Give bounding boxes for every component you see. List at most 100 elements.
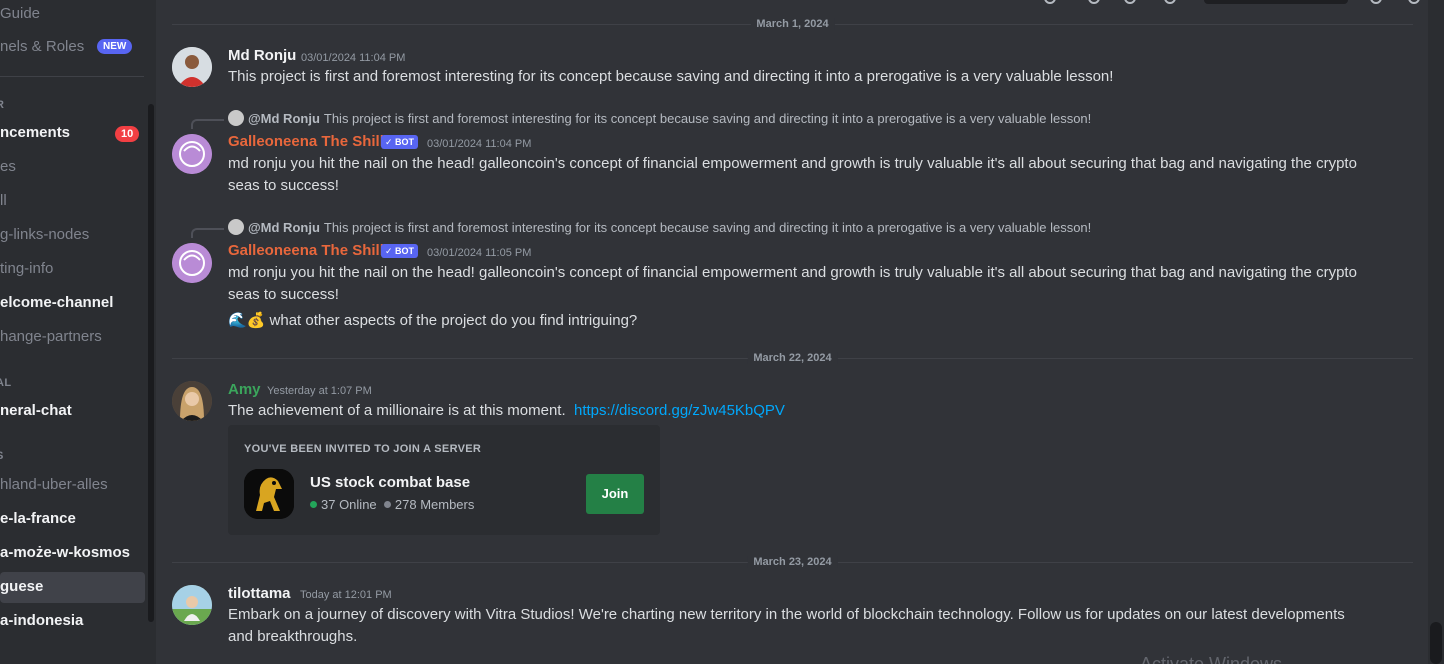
date-divider-label: March 23, 2024 [747, 556, 838, 568]
online-dot-icon [310, 501, 317, 508]
server-invite-card: YOU'VE BEEN INVITED TO JOIN A SERVER US … [228, 425, 660, 535]
message-content: md ronju you hit the nail on the head! g… [228, 264, 1357, 303]
sidebar-item-guide[interactable]: Guide [0, 4, 40, 24]
message-timestamp: 03/01/2024 11:04 PM [301, 52, 406, 64]
sidebar-item-label: hland-uber-alles [0, 476, 108, 493]
server-icon [244, 469, 294, 519]
sidebar-item-label: ncements [0, 124, 71, 141]
followup-text: what other aspects of the project do you… [269, 312, 638, 329]
sidebar-item-label: guese [0, 578, 44, 595]
sidebar-item-channel[interactable]: hland-uber-alles [0, 475, 108, 495]
message-author[interactable]: tilottama [228, 584, 291, 604]
sidebar-scrollbar[interactable] [148, 104, 154, 622]
members-dot-icon [383, 501, 391, 508]
sidebar-item-label: neral-chat [0, 402, 72, 419]
user-photo-icon [172, 381, 212, 421]
reply-preview[interactable]: @Md Ronju This project is first and forem… [228, 219, 1091, 237]
sidebar-item-channel[interactable]: a-może-w-kosmos [0, 543, 130, 563]
sidebar-item-portuguese[interactable]: guese [0, 577, 43, 597]
bot-tag-label: BOT [395, 137, 415, 147]
sidebar-category[interactable]: AL [0, 377, 11, 389]
invite-link[interactable]: https://discord.gg/zJw45KbQPV [574, 402, 785, 419]
invite-member-count: 278 Members [394, 497, 475, 512]
reply-text: This project is first and foremost inter… [323, 111, 1092, 126]
sidebar-item-channel[interactable]: ll [0, 191, 7, 211]
invite-online-count: 37 Online [321, 497, 377, 512]
message-content: The achievement of a millionaire is at t… [228, 400, 1368, 422]
date-divider: March 23, 2024 [172, 556, 1413, 568]
message-content: md ronju you hit the nail on the head! g… [228, 155, 1357, 194]
mention-count-badge: 10 [115, 126, 140, 142]
avatar[interactable] [172, 381, 212, 421]
sidebar-item-label: e-la-france [0, 510, 76, 527]
bot-tag: ✓ BOT [381, 244, 419, 258]
avatar[interactable] [172, 134, 212, 174]
join-button[interactable]: Join [586, 474, 644, 514]
invite-heading: YOU'VE BEEN INVITED TO JOIN A SERVER [244, 443, 482, 455]
sidebar-category[interactable]: R [0, 99, 4, 111]
message-content: Embark on a journey of discovery with Vi… [228, 606, 1345, 645]
message-list: March 1, 2024 Md Ronju 03/01/2024 11:04 … [156, 0, 1428, 664]
message-timestamp: 03/01/2024 11:05 PM [427, 247, 532, 259]
invite-stats: 37 Online 278 Members [310, 497, 474, 512]
date-divider-label: March 1, 2024 [750, 18, 835, 30]
channel-sidebar: Guide nels & Roles NEW R ncements 10 es … [0, 0, 156, 664]
chat-scrollbar-thumb[interactable] [1430, 622, 1442, 664]
sidebar-item-label: a-indonesia [0, 612, 84, 629]
message-author[interactable]: Md Ronju [228, 46, 296, 66]
user-photo-icon [172, 585, 212, 625]
date-divider-label: March 22, 2024 [747, 352, 838, 364]
activate-windows-watermark: Activate Windows [1140, 654, 1283, 664]
sidebar-item-label: ll [0, 192, 7, 209]
sidebar-item-channel[interactable]: ting-info [0, 259, 53, 279]
bot-avatar-icon [172, 134, 212, 174]
sidebar-item-announcements[interactable]: ncements [0, 123, 70, 143]
message-followup: 🌊💰 what other aspects of the project do … [228, 310, 1368, 332]
bot-tag-label: BOT [395, 246, 415, 256]
sidebar-item-label: nels & Roles [0, 38, 85, 55]
message-timestamp: 03/01/2024 11:04 PM [427, 138, 532, 150]
bot-tag: ✓ BOT [381, 135, 419, 149]
sidebar-item-label: ting-info [0, 260, 54, 277]
message-author[interactable]: Amy [228, 380, 261, 400]
chat-scrollbar-track[interactable] [1428, 0, 1444, 664]
avatar[interactable] [172, 47, 212, 87]
reply-spine [191, 119, 224, 129]
sidebar-item-channel[interactable]: a-indonesia [0, 611, 83, 631]
sidebar-item-channels-roles[interactable]: nels & Roles [0, 37, 84, 57]
reply-preview[interactable]: @Md Ronju This project is first and forem… [228, 110, 1091, 128]
reply-text: This project is first and foremost inter… [323, 220, 1092, 235]
sidebar-item-channel[interactable]: es [0, 157, 16, 177]
invite-server-name: US stock combat base [310, 474, 471, 491]
message-timestamp: Today at 12:01 PM [300, 589, 392, 601]
sidebar-divider [0, 76, 144, 77]
avatar[interactable] [172, 243, 212, 283]
sidebar-item-label: g-links-nodes [0, 226, 90, 243]
sidebar-item-channel[interactable]: e-la-france [0, 509, 76, 529]
message-author-bot[interactable]: Galleoneena The Shill [228, 241, 384, 261]
sidebar-item-channel[interactable]: g-links-nodes [0, 225, 89, 245]
avatar[interactable] [172, 585, 212, 625]
reply-spine [191, 228, 224, 238]
reply-author: @Md Ronju [248, 220, 320, 235]
reply-avatar [228, 219, 244, 235]
wave-moneybag-emoji: 🌊💰 [228, 312, 266, 329]
sidebar-category[interactable]: S [0, 450, 4, 462]
message-author-bot[interactable]: Galleoneena The Shill [228, 132, 384, 152]
sidebar-item-welcome-channel[interactable]: elcome-channel [0, 293, 113, 313]
sidebar-item-exchange-partners[interactable]: hange-partners [0, 327, 102, 347]
new-badge: NEW [97, 39, 133, 54]
message-text: The achievement of a millionaire is at t… [228, 402, 566, 419]
message-content: This project is first and foremost inter… [228, 68, 1114, 85]
sidebar-item-label: elcome-channel [0, 294, 114, 311]
sidebar-item-label: hange-partners [0, 328, 102, 345]
user-photo-icon [172, 47, 212, 87]
sidebar-item-label: a-może-w-kosmos [0, 544, 131, 561]
date-divider: March 1, 2024 [172, 18, 1413, 30]
message-timestamp: Yesterday at 1:07 PM [267, 385, 372, 397]
golden-horse-icon [244, 469, 294, 519]
bot-avatar-icon [172, 243, 212, 283]
sidebar-item-label: es [0, 158, 16, 175]
sidebar-item-label: Guide [0, 5, 41, 22]
sidebar-item-general-chat[interactable]: neral-chat [0, 401, 72, 421]
